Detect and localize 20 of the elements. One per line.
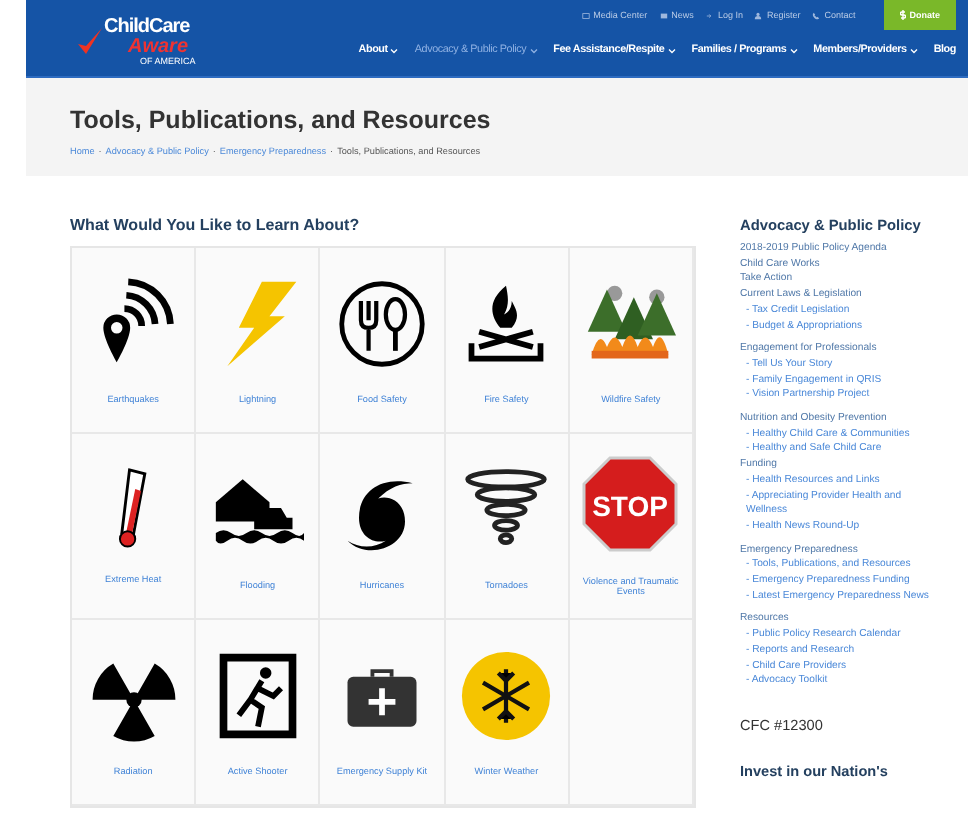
page-title: Tools, Publications, and Resources xyxy=(70,104,493,134)
section-heading: What Would You Like to Learn About? xyxy=(70,216,362,234)
dollar-icon xyxy=(899,10,906,20)
logo-text: ChildCare xyxy=(104,17,192,38)
monitor-icon xyxy=(581,11,590,19)
caret-icon xyxy=(667,47,676,53)
fork-spoon-icon xyxy=(335,277,428,369)
snowflake-icon xyxy=(460,649,553,741)
logo-text: Aware xyxy=(128,37,189,58)
caret-icon xyxy=(789,47,798,53)
phone-icon xyxy=(812,11,821,19)
stop-sign-icon xyxy=(583,456,679,552)
thermometer-icon xyxy=(117,468,149,550)
caret-icon xyxy=(390,47,399,53)
checkmark-icon xyxy=(78,28,102,56)
user-icon xyxy=(754,11,763,19)
caret-icon xyxy=(909,47,918,53)
sign-text: STOP xyxy=(592,490,669,522)
newspaper-icon xyxy=(659,11,668,19)
caret-icon xyxy=(529,47,538,53)
